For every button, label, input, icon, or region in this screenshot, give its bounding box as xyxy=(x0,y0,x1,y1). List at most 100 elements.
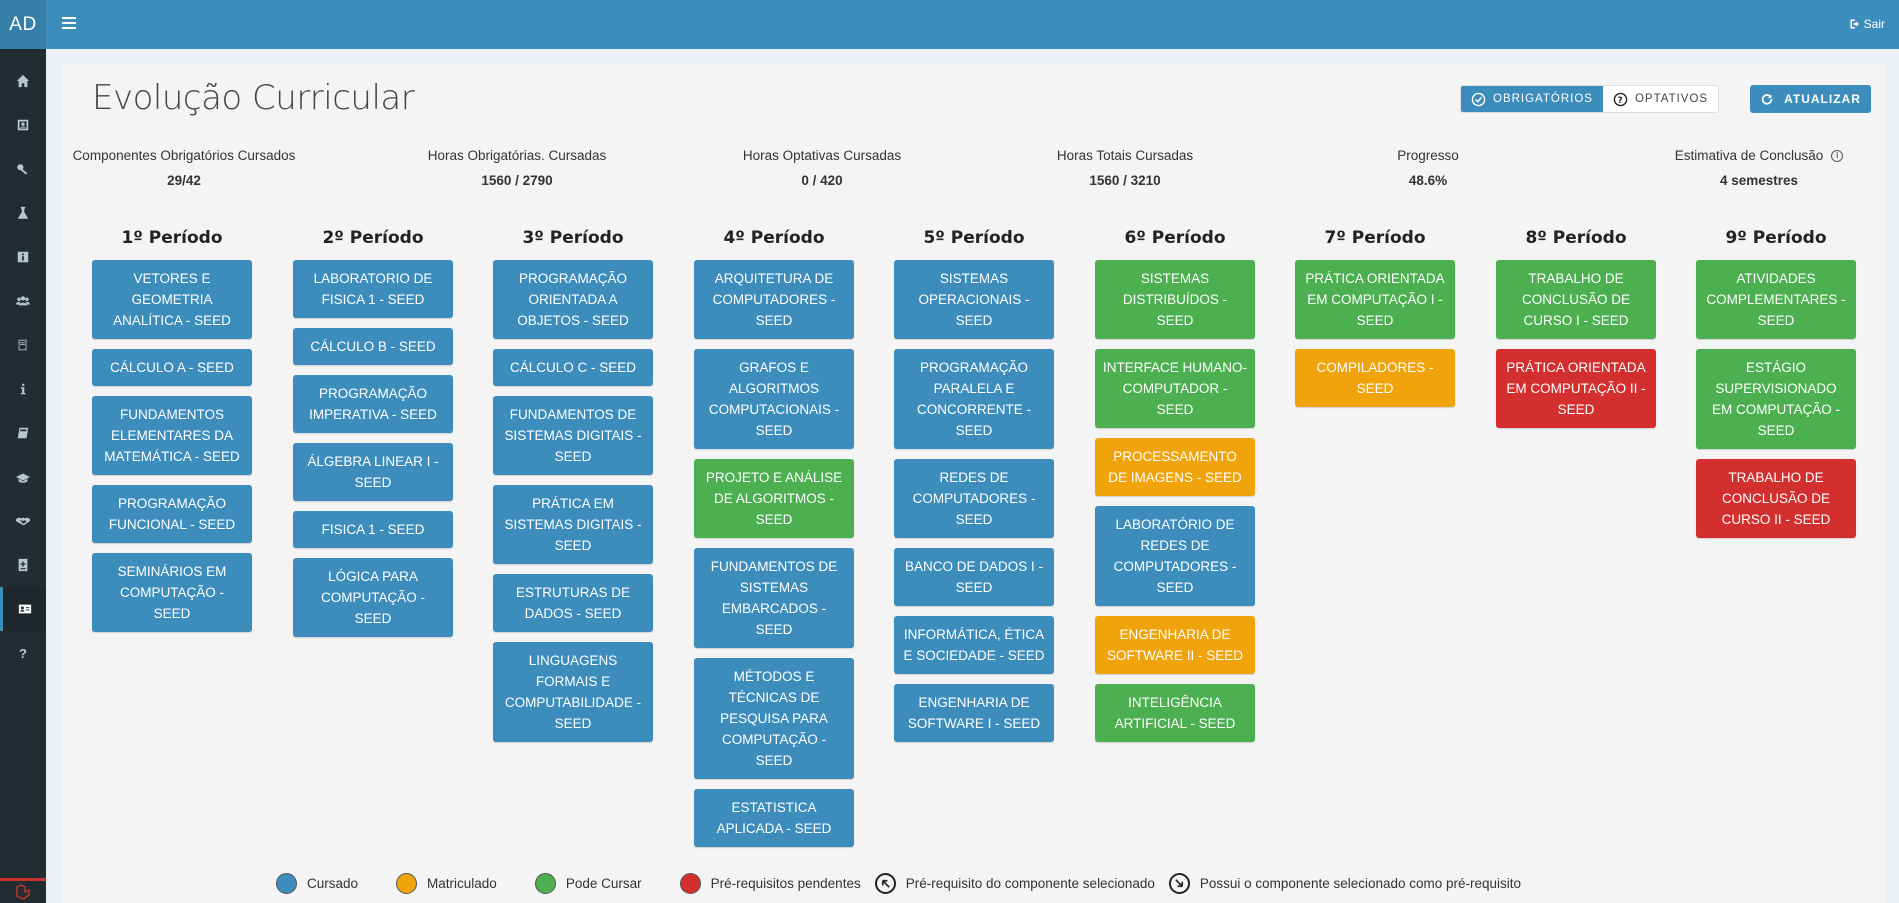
legend-label: Possui o componente selecionado como pré… xyxy=(1199,876,1522,891)
legend-has-selected-as-prereq: Possui o componente selecionado como pré… xyxy=(1168,873,1522,894)
course-card[interactable]: ARQUITETURA DE COMPUTADORES - SEED xyxy=(694,260,854,339)
stat-horas-totais: Horas Totais Cursadas 1560 / 3210 xyxy=(1005,148,1245,188)
book-stack-icon[interactable] xyxy=(0,323,46,367)
course-card[interactable]: PRÁTICA EM SISTEMAS DIGITAIS - SEED xyxy=(493,485,653,564)
course-list: LABORATORIO DE FISICA 1 - SEED CÁLCULO B … xyxy=(293,260,453,637)
toggle-optativos[interactable]: ? OPTATIVOS xyxy=(1602,86,1719,112)
period-column: 8º Período TRABALHO DE CONCLUSÃO DE CURSO… xyxy=(1496,228,1656,428)
info-circle-icon[interactable]: i xyxy=(1831,149,1844,162)
flask-icon[interactable] xyxy=(0,191,46,235)
course-card[interactable]: LABORATÓRIO DE REDES DE COMPUTADORES - S… xyxy=(1095,506,1255,606)
period-title: 6º Período xyxy=(1124,228,1226,248)
course-card[interactable]: ÁLGEBRA LINEAR I - SEED xyxy=(293,443,453,501)
graduation-icon[interactable] xyxy=(0,455,46,499)
course-card[interactable]: CÁLCULO A - SEED xyxy=(92,349,252,386)
legend-dot-orange xyxy=(396,873,418,894)
book-icon[interactable] xyxy=(0,411,46,455)
course-card[interactable]: CÁLCULO B - SEED xyxy=(293,328,453,365)
course-card[interactable]: PROJETO E ANÁLISE DE ALGORITMOS - SEED xyxy=(694,459,854,538)
course-card[interactable]: VETORES E GEOMETRIA ANALÍTICA - SEED xyxy=(92,260,252,339)
menu-toggle-icon[interactable] xyxy=(62,17,76,29)
key-icon[interactable] xyxy=(0,147,46,191)
course-list: ARQUITETURA DE COMPUTADORES - SEED GRAFOS… xyxy=(694,260,854,847)
question-circle-icon: ? xyxy=(1613,92,1628,106)
info-box-icon[interactable] xyxy=(0,235,46,279)
main-content: Evolução Curricular OBRIGATÓRIOS ? OPTAT… xyxy=(61,64,1885,903)
legend-label: Matriculado xyxy=(427,876,497,891)
period-title: 3º Período xyxy=(522,228,624,248)
course-card[interactable]: CÁLCULO C - SEED xyxy=(493,349,653,386)
question-icon[interactable]: ? xyxy=(0,631,46,675)
course-card[interactable]: INTELIGÊNCIA ARTIFICIAL - SEED xyxy=(1095,684,1255,742)
logout-button[interactable]: Sair xyxy=(1849,17,1885,31)
stat-label: Horas Obrigatórias. Cursadas xyxy=(427,148,607,163)
course-card[interactable]: INTERFACE HUMANO-COMPUTADOR - SEED xyxy=(1095,349,1255,428)
course-card[interactable]: REDES DE COMPUTADORES - SEED xyxy=(894,459,1054,538)
stat-value: 48.6% xyxy=(1408,173,1448,188)
laravel-logo-icon xyxy=(0,878,46,903)
page-title: Evolução Curricular xyxy=(92,78,415,118)
period-title: 7º Período xyxy=(1324,228,1426,248)
id-card-icon[interactable] xyxy=(0,103,46,147)
period-column: 7º Período PRÁTICA ORIENTADA EM COMPUTAÇÃ… xyxy=(1295,228,1455,407)
course-card[interactable]: TRABALHO DE CONCLUSÃO DE CURSO II - SEED xyxy=(1696,459,1856,538)
course-card[interactable]: COMPILADORES - SEED xyxy=(1295,349,1455,407)
info-icon[interactable] xyxy=(0,367,46,411)
course-card[interactable]: LINGUAGENS FORMAIS E COMPUTABILIDADE - S… xyxy=(493,642,653,742)
legend-label: Cursado xyxy=(307,876,359,891)
period-column: 6º Período SISTEMAS DISTRIBUÍDOS - SEED IN… xyxy=(1095,228,1255,742)
legend-dot-red xyxy=(679,873,701,894)
course-card[interactable]: INFORMÁTICA, ÉTICA E SOCIEDADE - SEED xyxy=(894,616,1054,674)
sidebar-menu: ? xyxy=(0,49,46,675)
course-card[interactable]: ESTÁGIO SUPERVISIONADO EM COMPUTAÇÃO - S… xyxy=(1696,349,1856,449)
stats-row: Componentes Obrigatórios Cursados 29/42 … xyxy=(61,148,1885,198)
course-card[interactable]: SEMINÁRIOS EM COMPUTAÇÃO - SEED xyxy=(92,553,252,632)
course-card[interactable]: ENGENHARIA DE SOFTWARE II - SEED xyxy=(1095,616,1255,674)
course-card[interactable]: PROGRAMAÇÃO PARALELA E CONCORRENTE - SEE… xyxy=(894,349,1054,449)
toggle-obrigatorios[interactable]: OBRIGATÓRIOS xyxy=(1461,86,1603,112)
course-card[interactable]: LABORATORIO DE FISICA 1 - SEED xyxy=(293,260,453,318)
legend: Cursado Matriculado Pode Cursar Pré-requ… xyxy=(276,873,1559,894)
course-card[interactable]: FUNDAMENTOS ELEMENTARES DA MATEMÁTICA - … xyxy=(92,396,252,475)
refresh-icon xyxy=(1761,94,1773,105)
stat-label: Estimativa de Conclusão i xyxy=(1639,148,1879,163)
course-list: ATIVIDADES COMPLEMENTARES - SEED ESTÁGIO … xyxy=(1696,260,1856,538)
course-card[interactable]: PROCESSAMENTO DE IMAGENS - SEED xyxy=(1095,438,1255,496)
course-card[interactable]: PROGRAMAÇÃO IMPERATIVA - SEED xyxy=(293,375,453,433)
arrow-up-left-icon xyxy=(874,873,896,894)
check-circle-icon xyxy=(1471,92,1486,106)
stat-estimativa: Estimativa de Conclusão i 4 semestres xyxy=(1639,148,1879,188)
calculator-icon[interactable] xyxy=(0,543,46,587)
course-card[interactable]: ATIVIDADES COMPLEMENTARES - SEED xyxy=(1696,260,1856,339)
course-card[interactable]: FUNDAMENTOS DE SISTEMAS DIGITAIS - SEED xyxy=(493,396,653,475)
legend-matriculado: Matriculado xyxy=(396,873,497,894)
course-card[interactable]: BANCO DE DADOS I - SEED xyxy=(894,548,1054,606)
course-card[interactable]: PRÁTICA ORIENTADA EM COMPUTAÇÃO II - SEE… xyxy=(1496,349,1656,428)
course-card[interactable]: FUNDAMENTOS DE SISTEMAS EMBARCADOS - SEE… xyxy=(694,548,854,648)
course-card[interactable]: LÓGICA PARA COMPUTAÇÃO - SEED xyxy=(293,558,453,637)
course-card[interactable]: ENGENHARIA DE SOFTWARE I - SEED xyxy=(894,684,1054,742)
address-card-icon[interactable] xyxy=(0,587,46,631)
course-card[interactable]: SISTEMAS OPERACIONAIS - SEED xyxy=(894,260,1054,339)
course-card[interactable]: SISTEMAS DISTRIBUÍDOS - SEED xyxy=(1095,260,1255,339)
course-list: TRABALHO DE CONCLUSÃO DE CURSO I - SEED P… xyxy=(1496,260,1656,428)
course-card[interactable]: ESTRUTURAS DE DADOS - SEED xyxy=(493,574,653,632)
update-label: ATUALIZAR xyxy=(1784,92,1861,106)
course-card[interactable]: GRAFOS E ALGORITMOS COMPUTACIONAIS - SEE… xyxy=(694,349,854,449)
users-icon[interactable] xyxy=(0,279,46,323)
update-button[interactable]: ATUALIZAR xyxy=(1750,85,1871,113)
logout-label: Sair xyxy=(1863,17,1885,31)
course-card[interactable]: MÉTODOS E TÉCNICAS DE PESQUISA PARA COMP… xyxy=(694,658,854,779)
stat-value: 4 semestres xyxy=(1719,173,1799,188)
stat-label: Componentes Obrigatórios Cursados xyxy=(72,148,296,163)
course-card[interactable]: FISICA 1 - SEED xyxy=(293,511,453,548)
handshake-icon[interactable] xyxy=(0,499,46,543)
course-card[interactable]: PROGRAMAÇÃO FUNCIONAL - SEED xyxy=(92,485,252,543)
course-card[interactable]: ESTATISTICA APLICADA - SEED xyxy=(694,789,854,847)
course-card[interactable]: PRÁTICA ORIENTADA EM COMPUTAÇÃO I - SEED xyxy=(1295,260,1455,339)
course-card[interactable]: TRABALHO DE CONCLUSÃO DE CURSO I - SEED xyxy=(1496,260,1656,339)
app-logo[interactable]: AD xyxy=(0,0,46,49)
home-icon[interactable] xyxy=(0,59,46,103)
stat-value: 29/42 xyxy=(167,173,201,188)
course-card[interactable]: PROGRAMAÇÃO ORIENTADA A OBJETOS - SEED xyxy=(493,260,653,339)
